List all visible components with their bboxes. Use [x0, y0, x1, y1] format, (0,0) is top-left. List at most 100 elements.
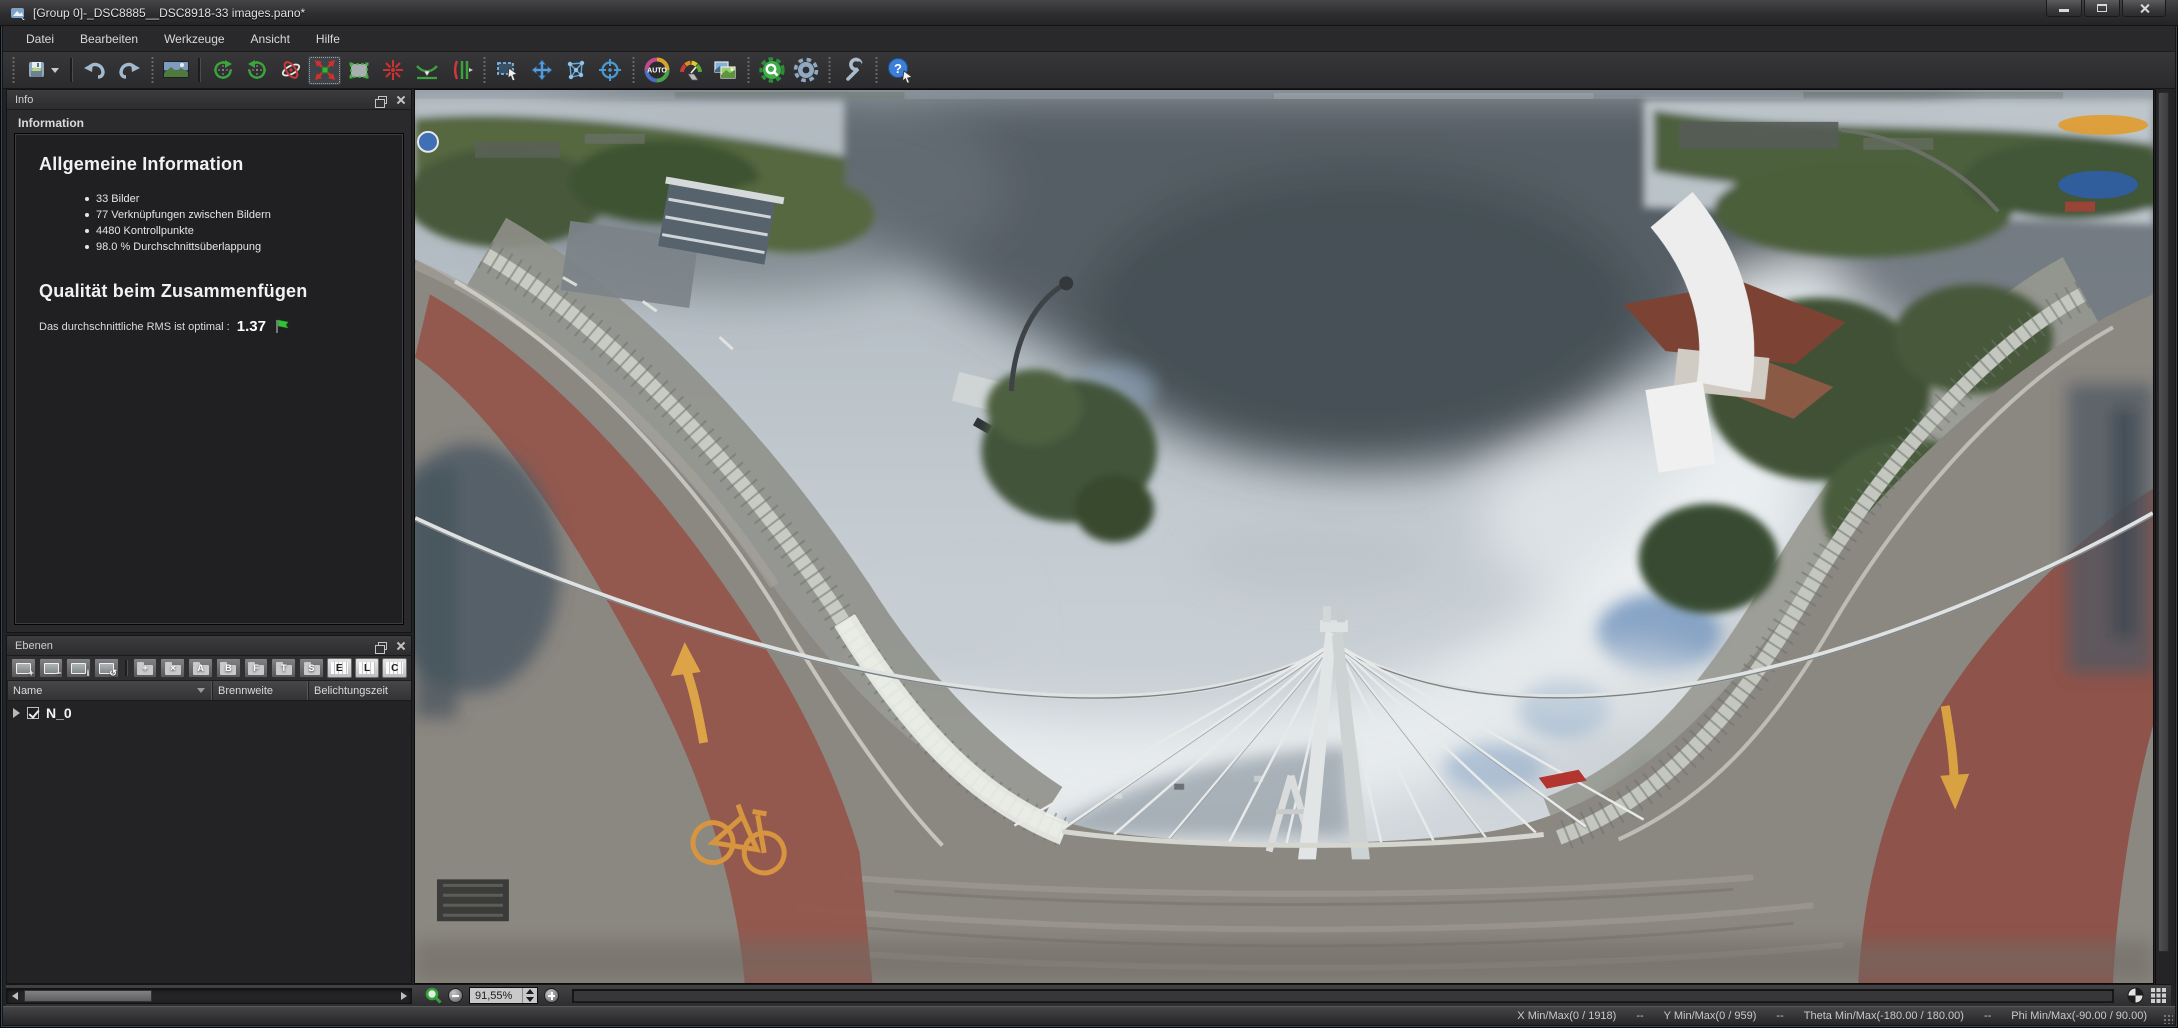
- zoom-input[interactable]: [470, 988, 522, 1003]
- menu-hilfe[interactable]: Hilfe: [305, 28, 351, 50]
- redo-button[interactable]: [112, 56, 145, 85]
- status-separator: --: [1984, 1010, 1991, 1022]
- menu-werkzeuge[interactable]: Werkzeuge: [153, 28, 235, 50]
- edit-images-button[interactable]: [708, 56, 741, 85]
- expand-icon[interactable]: [13, 708, 20, 718]
- layer-row[interactable]: N_0: [7, 701, 411, 725]
- app-icon: [10, 5, 26, 21]
- zoom-step-up-button[interactable]: [523, 988, 537, 996]
- remove-image-button[interactable]: −: [39, 658, 64, 678]
- help-button[interactable]: ?: [883, 56, 916, 85]
- vertical-lines-button[interactable]: [444, 56, 477, 85]
- gyroscope-rotate-icon: [279, 58, 303, 82]
- view-links-button[interactable]: L: [355, 658, 380, 678]
- save-button[interactable]: [20, 56, 64, 85]
- set-center-button[interactable]: [593, 56, 626, 85]
- zoom-step-down-button[interactable]: [523, 996, 537, 1004]
- bullet-images: 33 Bilder: [85, 191, 391, 207]
- horizontal-scrollbar-thumb[interactable]: [24, 990, 152, 1002]
- info-panel-titlebar[interactable]: Info: [7, 90, 411, 110]
- column-name[interactable]: Name: [7, 681, 212, 700]
- layer-anchor-button[interactable]: A: [188, 658, 213, 678]
- status-y-minmax: Y Min/Max(0 / 959): [1664, 1010, 1757, 1022]
- rms-label: Das durchschnittliche RMS ist optimal :: [39, 321, 230, 333]
- minimize-icon: [2059, 9, 2069, 12]
- menu-datei[interactable]: Datei: [15, 28, 65, 50]
- add-image-button[interactable]: +: [11, 658, 36, 678]
- status-bar: X Min/Max(0 / 1918) -- Y Min/Max(0 / 959…: [3, 1006, 2175, 1025]
- crop-button[interactable]: [342, 56, 375, 85]
- info-bullet-list: 33 Bilder 77 Verknüpfungen zwischen Bild…: [85, 191, 391, 255]
- image-info-button[interactable]: i: [66, 658, 91, 678]
- maximize-button[interactable]: [2084, 0, 2120, 17]
- plugins-button[interactable]: [836, 56, 869, 85]
- float-panel-icon[interactable]: [378, 96, 387, 104]
- gyroscope-rotate-button[interactable]: [274, 56, 307, 85]
- info-panel-body: Information Allgemeine Information 33 Bi…: [7, 110, 411, 632]
- select-images-icon: [495, 58, 521, 82]
- panorama-horizontal-scrollbar[interactable]: [572, 989, 2114, 1003]
- column-belichtungszeit[interactable]: Belichtungszeit: [308, 681, 411, 700]
- resize-grip[interactable]: [2163, 1014, 2173, 1024]
- layer-focus-button[interactable]: F: [244, 658, 269, 678]
- svg-text:AUTO: AUTO: [647, 68, 667, 75]
- layer-checkbox[interactable]: [27, 707, 39, 719]
- float-panel-icon[interactable]: [378, 642, 387, 650]
- view-colors-button[interactable]: C: [382, 658, 407, 678]
- title-bar: [Group 0]-_DSC8885__DSC8918-33 images.pa…: [0, 0, 2178, 26]
- minimize-button[interactable]: [2046, 0, 2082, 17]
- rms-line: Das durchschnittliche RMS ist optimal : …: [39, 318, 391, 335]
- status-separator: --: [1636, 1010, 1643, 1022]
- layer-name: N_0: [46, 705, 72, 721]
- auto-color-button[interactable]: AUTO: [640, 56, 673, 85]
- bullet-control-points: 4480 Kontrollpunkte: [85, 223, 391, 239]
- rotate-ccw-button[interactable]: [206, 56, 239, 85]
- move-images-button[interactable]: [525, 56, 558, 85]
- set-center-icon: [598, 58, 622, 82]
- zoom-out-button[interactable]: [448, 988, 463, 1003]
- save-icon: [25, 58, 49, 82]
- layers-horizontal-scrollbar[interactable]: [6, 988, 412, 1004]
- bottom-bar: [6, 984, 2171, 1006]
- panorama-canvas[interactable]: [415, 90, 2153, 983]
- scroll-right-button[interactable]: [396, 989, 411, 1003]
- close-button[interactable]: [2122, 0, 2166, 17]
- add-layer-button[interactable]: +: [133, 658, 158, 678]
- green-flag-icon: [274, 319, 290, 334]
- select-images-button[interactable]: [491, 56, 524, 85]
- undo-button[interactable]: [78, 56, 111, 85]
- wrench-icon: [840, 57, 866, 83]
- scroll-left-button[interactable]: [7, 989, 22, 1003]
- layers-panel-titlebar[interactable]: Ebenen: [7, 636, 411, 656]
- rotate-cw-button[interactable]: [240, 56, 273, 85]
- color-levels-button[interactable]: [674, 56, 707, 85]
- panorama-preview-button[interactable]: [159, 56, 192, 85]
- menu-bearbeiten[interactable]: Bearbeiten: [69, 28, 149, 50]
- window-title: [Group 0]-_DSC8885__DSC8918-33 images.pa…: [33, 6, 305, 20]
- zoom-controls: [425, 987, 559, 1004]
- vertical-scrollbar-thumb[interactable]: [2158, 92, 2169, 952]
- fit-panorama-button[interactable]: [308, 56, 341, 85]
- layer-stack-button[interactable]: S: [299, 658, 324, 678]
- close-panel-icon[interactable]: [396, 95, 405, 104]
- render-button[interactable]: [755, 56, 788, 85]
- control-points-button[interactable]: [559, 56, 592, 85]
- preview-quality-icon[interactable]: [2127, 987, 2144, 1004]
- reload-image-button[interactable]: ↺: [94, 658, 119, 678]
- column-brennweite[interactable]: Brennweite: [212, 681, 308, 700]
- color-levels-icon: [678, 58, 704, 82]
- menu-ansicht[interactable]: Ansicht: [240, 28, 301, 50]
- layer-blend-button[interactable]: B: [216, 658, 241, 678]
- menu-bar: Datei Bearbeiten Werkzeuge Ansicht Hilfe: [3, 26, 2175, 52]
- delete-layer-button[interactable]: ×: [160, 658, 185, 678]
- layer-time-button[interactable]: T: [271, 658, 296, 678]
- layers-table-header: Name Brennweite Belichtungszeit: [7, 681, 411, 701]
- close-panel-icon[interactable]: [396, 641, 405, 650]
- grid-toggle-icon[interactable]: [2150, 987, 2167, 1004]
- vertical-scrollbar[interactable]: [2155, 89, 2171, 984]
- horizon-curve-button[interactable]: [410, 56, 443, 85]
- zoom-in-button[interactable]: [544, 988, 559, 1003]
- center-point-button[interactable]: [376, 56, 409, 85]
- view-exposure-button[interactable]: E: [327, 658, 352, 678]
- settings-button[interactable]: [789, 56, 822, 85]
